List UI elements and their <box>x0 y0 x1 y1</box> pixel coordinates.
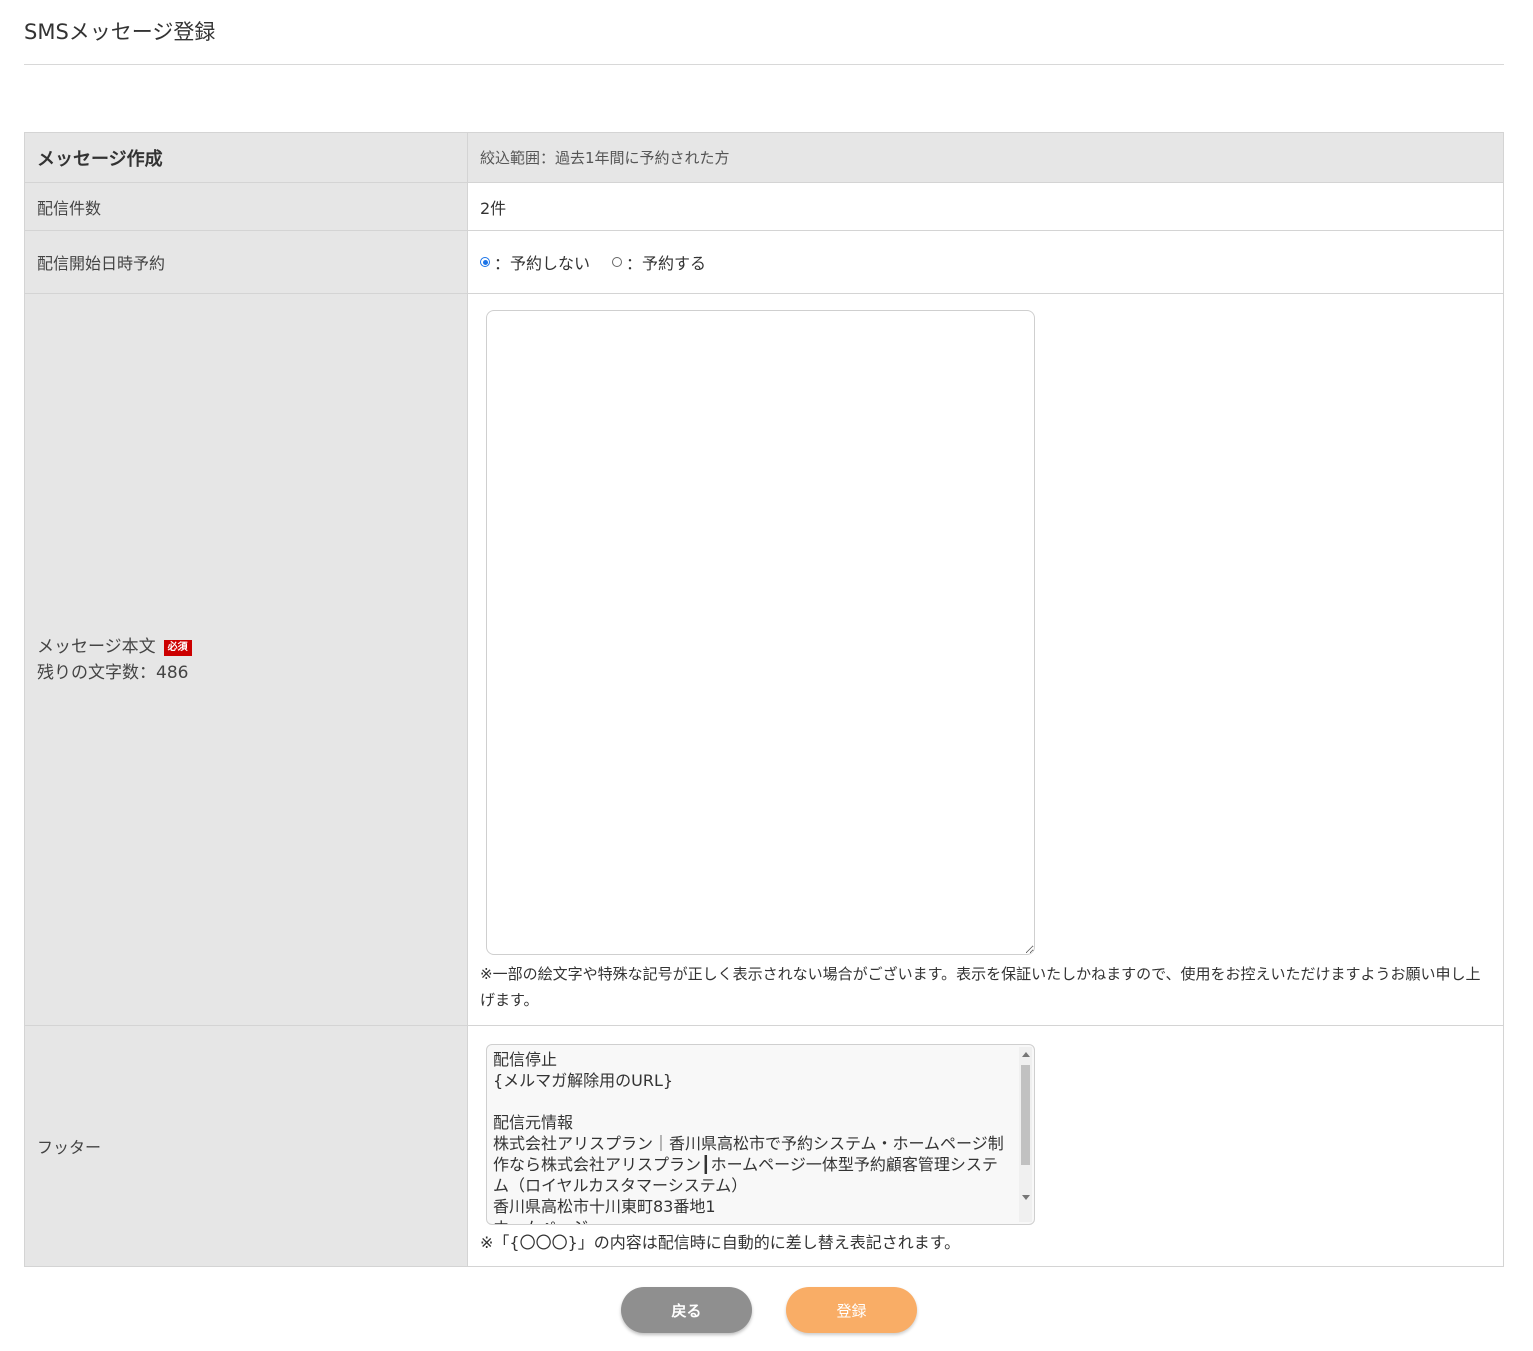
footer-label: フッター <box>24 1025 468 1267</box>
message-body-label: メッセージ本文 <box>37 636 156 657</box>
section-heading: メッセージ作成 <box>24 132 468 183</box>
radio-checked-icon[interactable] <box>480 257 490 267</box>
footer-text: 配信停止 {メルマガ解除用のURL} 配信元情報 株式会社アリスプラン｜香川県高… <box>493 1049 1004 1224</box>
delivery-count-row: 配信件数 2件 <box>24 182 1504 231</box>
message-body-row: メッセージ本文 必須 残りの文字数：486 ※一部の絵文字や特殊な記号が正しく表示… <box>24 293 1504 1026</box>
scroll-thumb[interactable] <box>1021 1064 1030 1165</box>
delivery-count-value: 2件 <box>467 182 1504 231</box>
emoji-warning-note: ※一部の絵文字や特殊な記号が正しく表示されない場合がございます。表示を保証いたし… <box>480 965 1481 1009</box>
filter-range-text: 絞込範囲：過去1年間に予約された方 <box>467 132 1504 183</box>
form-header-row: メッセージ作成 絞込範囲：過去1年間に予約された方 <box>24 132 1504 183</box>
message-body-label-block: メッセージ本文 必須 残りの文字数：486 <box>37 634 455 686</box>
footer-row: フッター 配信停止 {メルマガ解除用のURL} 配信元情報 株式会社アリスプラン… <box>24 1025 1504 1267</box>
radio-no-schedule[interactable]: ：予約しない <box>480 250 590 274</box>
radio-schedule[interactable]: ：予約する <box>612 250 706 274</box>
footer-replacement-note: ※「{〇〇〇}」の内容は配信時に自動的に差し替え表記されます。 <box>480 1232 961 1252</box>
title-divider <box>24 64 1504 65</box>
register-button[interactable]: 登録 <box>786 1287 917 1333</box>
footer-scrollbar[interactable] <box>1019 1046 1032 1222</box>
message-body-textarea[interactable] <box>486 310 1035 955</box>
radio-unchecked-icon[interactable] <box>612 257 623 267</box>
delivery-count-label: 配信件数 <box>24 182 468 231</box>
scroll-up-arrow-icon[interactable] <box>1022 1051 1030 1057</box>
schedule-radio-group: ：予約しない ：予約する <box>480 250 1491 274</box>
scroll-down-arrow-icon[interactable] <box>1022 1194 1030 1200</box>
required-badge: 必須 <box>163 639 192 656</box>
back-button[interactable]: 戻る <box>621 1287 752 1333</box>
radio-no-schedule-label: ：予約しない <box>494 254 591 273</box>
schedule-row: 配信開始日時予約 ：予約しない ：予約する <box>24 230 1504 294</box>
message-form-table: メッセージ作成 絞込範囲：過去1年間に予約された方 配信件数 2件 配信開始日時… <box>24 132 1504 1267</box>
footer-textarea[interactable]: 配信停止 {メルマガ解除用のURL} 配信元情報 株式会社アリスプラン｜香川県高… <box>486 1043 1035 1225</box>
schedule-label: 配信開始日時予約 <box>24 230 468 294</box>
sms-register-page: SMSメッセージ登録 メッセージ作成 絞込範囲：過去1年間に予約された方 配信件… <box>0 0 1533 1351</box>
remaining-chars-count: 残りの文字数：486 <box>37 662 189 683</box>
radio-schedule-label: ：予約する <box>626 254 707 273</box>
page-title: SMSメッセージ登録 <box>24 20 216 44</box>
